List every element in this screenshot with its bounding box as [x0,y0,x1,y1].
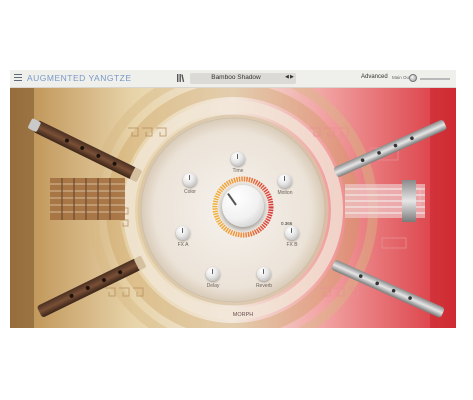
master-gain-knob[interactable] [409,74,417,82]
fx-a-label: FX A [177,242,189,248]
preset-name[interactable]: Bamboo Shadow [190,74,282,81]
color-label: Color [184,189,196,195]
time-knob[interactable] [231,152,245,166]
main-scene: MORPH Time Color Motion FX A FX B 0.366 … [10,88,456,328]
motion-knob[interactable] [278,174,292,188]
time-control: Time [218,152,258,174]
color-knob[interactable] [183,173,197,187]
master-gain-slider[interactable] [420,78,450,80]
reverb-label: Reverb [255,283,273,289]
fx-a-control: FX A [163,226,203,248]
fx-b-control: FX B [272,226,312,248]
plugin-window: AUGMENTED YANGTZE Bamboo Shadow ◀ ▶ Adva… [10,70,456,328]
triangle-right-icon[interactable]: ▶ [290,74,294,80]
delay-control: Delay [193,267,233,289]
top-bar: AUGMENTED YANGTZE Bamboo Shadow ◀ ▶ Adva… [10,70,456,88]
hamburger-menu-icon[interactable] [14,74,22,83]
time-label: Time [232,168,244,174]
fx-a-knob[interactable] [176,226,190,240]
delay-label: Delay [206,283,220,289]
master-gain-label: Main Out [392,75,411,80]
reverb-knob[interactable] [257,267,271,281]
color-control: Color [170,173,210,195]
fx-b-knob[interactable] [285,226,299,240]
preset-selector[interactable]: Bamboo Shadow ◀ ▶ [190,73,296,84]
advanced-button[interactable]: Advanced [361,74,388,80]
fx-b-label: FX B [286,242,298,248]
triangle-left-icon[interactable]: ◀ [285,74,289,80]
morph-label: MORPH [232,312,254,318]
app-title: AUGMENTED YANGTZE [27,73,132,83]
fx-b-value: 0.366 [281,221,293,226]
morph-knob-indicator [227,192,237,206]
library-icon[interactable] [176,73,185,83]
motion-label: Motion [277,190,293,196]
morph-knob[interactable] [222,185,264,227]
motion-control: Motion [265,174,305,196]
reverb-control: Reverb [244,267,284,289]
delay-knob[interactable] [206,267,220,281]
